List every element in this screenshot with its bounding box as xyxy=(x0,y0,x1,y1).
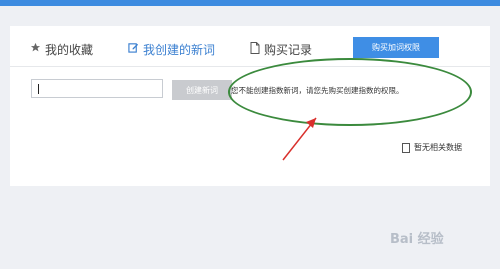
watermark-text: Bai 经验 xyxy=(390,232,444,247)
watermark: Bai 经验 xyxy=(390,228,444,247)
